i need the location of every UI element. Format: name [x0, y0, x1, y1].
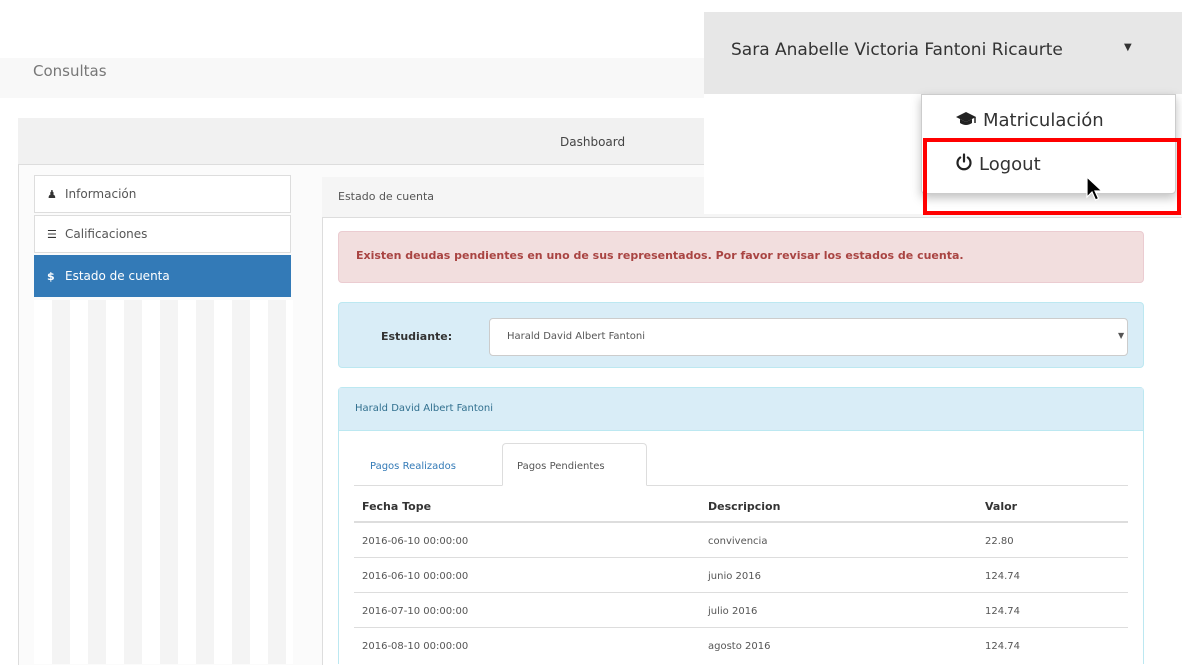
menu-item-label: Matriculación: [983, 110, 1104, 131]
cell-valor: 124.74: [985, 571, 1020, 582]
debt-alert-text: Existen deudas pendientes en uno de sus …: [356, 249, 964, 262]
sidebar-item-calificaciones[interactable]: ☰ Calificaciones: [34, 215, 291, 253]
cell-descripcion: julio 2016: [708, 606, 758, 617]
student-info-title: Harald David Albert Fantoni: [355, 403, 494, 414]
cell-fecha: 2016-06-10 00:00:00: [362, 571, 469, 582]
cell-valor: 124.74: [985, 641, 1020, 652]
navbar-brand[interactable]: Consultas: [33, 62, 107, 80]
caret-down-icon: ▼: [1118, 331, 1125, 340]
tab-pagos-pendientes[interactable]: Pagos Pendientes: [517, 461, 605, 472]
tabs-baseline: [354, 485, 1128, 486]
sidebar-item-estado-de-cuenta[interactable]: $ Estado de cuenta: [34, 255, 291, 297]
sidebar-item-label: Información: [65, 187, 137, 201]
dollar-icon: $: [47, 269, 55, 283]
graduation-cap-icon: [955, 111, 977, 131]
cell-fecha: 2016-07-10 00:00:00: [362, 606, 469, 617]
sidebar-item-label: Calificaciones: [65, 227, 148, 241]
username[interactable]: Sara Anabelle Victoria Fantoni Ricaurte: [731, 40, 1063, 60]
caret-down-icon: ▼: [1124, 42, 1132, 53]
column-header-fecha: Fecha Tope: [362, 500, 432, 513]
list-icon: ☰: [47, 227, 57, 241]
sidebar-item-informacion[interactable]: ♟ Información: [34, 175, 291, 213]
sidebar-item-label: Estado de cuenta: [65, 269, 170, 283]
logout-highlight-box: [923, 138, 1181, 215]
sidebar-background: [34, 300, 293, 664]
cell-descripcion: convivencia: [708, 536, 768, 547]
cell-fecha: 2016-08-10 00:00:00: [362, 641, 469, 652]
mouse-cursor-icon: [1086, 175, 1104, 208]
estado-panel-title: Estado de cuenta: [338, 190, 435, 203]
user-icon: ♟: [47, 187, 57, 201]
cell-descripcion: junio 2016: [708, 571, 761, 582]
cell-valor: 22.80: [985, 536, 1014, 547]
cell-descripcion: agosto 2016: [708, 641, 771, 652]
student-select-value: Harald David Albert Fantoni: [507, 331, 646, 342]
dashboard-title: Dashboard: [560, 135, 626, 149]
cell-fecha: 2016-06-10 00:00:00: [362, 536, 469, 547]
student-label: Estudiante:: [381, 330, 453, 343]
tab-pagos-realizados[interactable]: Pagos Realizados: [370, 461, 456, 472]
column-header-valor: Valor: [985, 500, 1018, 513]
cell-valor: 124.74: [985, 606, 1020, 617]
menu-item-matriculacion[interactable]: Matriculación: [955, 110, 1104, 131]
column-header-descripcion: Descripcion: [708, 500, 781, 513]
